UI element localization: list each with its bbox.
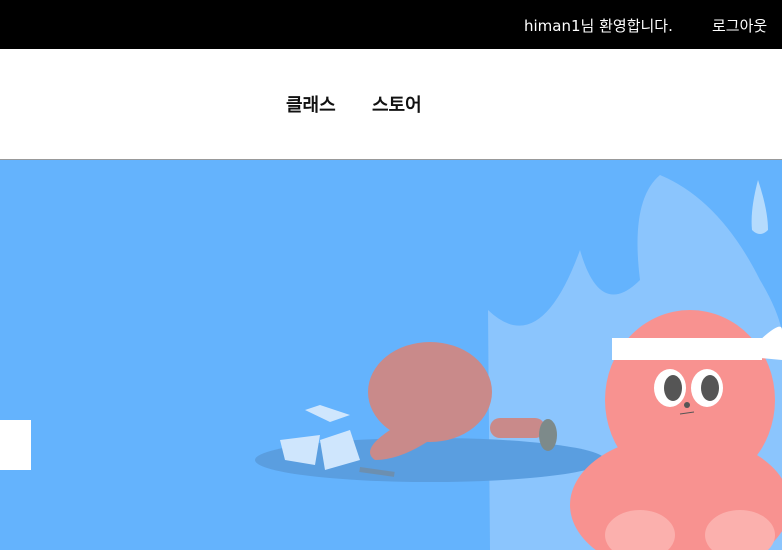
- main-nav: 클래스 스토어: [0, 49, 782, 160]
- logout-link[interactable]: 로그아웃: [712, 15, 767, 36]
- fallen-character-leg: [490, 418, 545, 438]
- fallen-character-body: [368, 342, 492, 442]
- welcome-message: himan1님 환영합니다.: [524, 17, 673, 35]
- nav-item-store[interactable]: 스토어: [372, 91, 422, 117]
- hero-banner: [0, 160, 782, 550]
- headband: [612, 338, 762, 360]
- hero-illustration: [255, 175, 782, 550]
- octopus-eye: [664, 375, 682, 401]
- fallen-character-foot: [539, 419, 557, 451]
- water-drop: [751, 180, 768, 234]
- paper-sheet: [305, 405, 350, 422]
- octopus-eye: [701, 375, 719, 401]
- top-bar: himan1님 환영합니다. 로그아웃: [0, 0, 782, 49]
- octopus-nose: [684, 402, 690, 408]
- nav-item-class[interactable]: 클래스: [286, 91, 336, 117]
